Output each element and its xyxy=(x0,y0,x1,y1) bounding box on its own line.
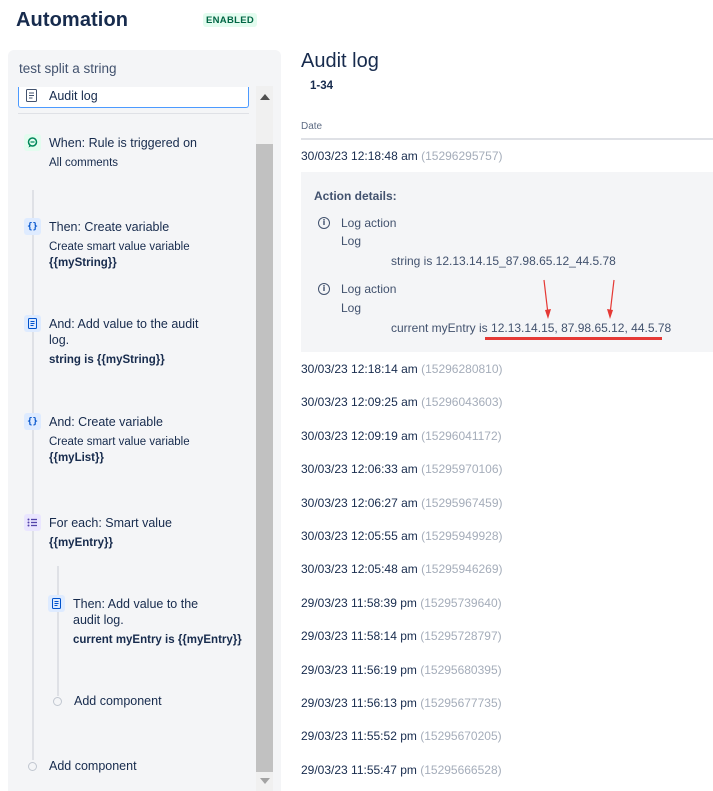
audit-log-icon xyxy=(24,315,41,332)
entry-date: 30/03/23 12:18:48 am xyxy=(301,149,418,163)
audit-log-entry[interactable]: 30/03/23 12:05:55 am (15295949928) xyxy=(301,529,503,543)
audit-log-entry[interactable]: 29/03/23 11:56:19 pm (15295680395) xyxy=(301,663,502,677)
audit-log-entry-expanded[interactable]: 30/03/23 12:18:48 am (15296295757) xyxy=(301,149,503,163)
divider xyxy=(18,113,249,114)
component-title: Then: Add value to the audit log. xyxy=(73,597,199,627)
audit-log-entry[interactable]: 29/03/23 11:56:13 pm (15295677735) xyxy=(301,696,502,710)
component-title: For each: Smart value xyxy=(49,516,172,530)
audit-log-entry[interactable]: 30/03/23 12:09:25 am (15296043603) xyxy=(301,395,503,409)
list-icon xyxy=(24,514,41,531)
audit-log-range: 1-34 xyxy=(310,80,334,92)
audit-log-label: Audit log xyxy=(49,89,98,103)
annotation-arrowhead xyxy=(545,309,551,319)
component-subtitle: Create smart value variable xyxy=(49,436,190,448)
entry-id: (15296041172) xyxy=(421,428,502,443)
entry-date: 29/03/23 11:55:47 pm xyxy=(301,762,417,777)
entry-date: 30/03/23 12:09:19 am xyxy=(301,428,418,443)
entry-id: (15295967459) xyxy=(421,495,503,510)
scroll-up-icon[interactable] xyxy=(260,94,270,100)
entry-id: (15296295757) xyxy=(421,149,503,163)
entry-date: 29/03/23 11:55:52 pm xyxy=(301,729,417,744)
column-header-date: Date xyxy=(301,121,323,132)
audit-log-entry[interactable]: 29/03/23 11:55:47 pm (15295666528) xyxy=(301,763,502,777)
scrollbar[interactable] xyxy=(256,86,273,791)
variable-icon: {} xyxy=(24,218,41,235)
rule-name: test split a string xyxy=(19,61,117,76)
action-details-panel: Action details: i Log action Log string … xyxy=(301,172,713,352)
divider xyxy=(301,138,713,140)
component-title: And: Create variable xyxy=(49,415,163,429)
status-badge: ENABLED xyxy=(203,13,258,27)
scroll-down-icon[interactable] xyxy=(260,778,270,784)
add-component-button[interactable]: Add component xyxy=(49,759,137,773)
entry-date: 29/03/23 11:58:39 pm xyxy=(301,595,417,610)
annotation-arrowhead xyxy=(607,309,613,319)
audit-log-entry[interactable]: 30/03/23 12:06:27 am (15295967459) xyxy=(301,496,503,510)
document-icon xyxy=(26,89,37,102)
scrollbar-thumb[interactable] xyxy=(256,144,273,772)
rule-component-list: Audit log When: Rule is triggered on All… xyxy=(8,86,256,791)
audit-log-item[interactable]: Audit log xyxy=(18,87,249,108)
annotation-arrow-line xyxy=(609,279,615,315)
page-title: Automation xyxy=(16,9,129,31)
annotation-arrow-line xyxy=(543,279,549,315)
add-component-dot xyxy=(53,697,62,706)
entry-date: 30/03/23 12:05:48 am xyxy=(301,562,418,577)
entry-id: (15295946269) xyxy=(421,562,503,577)
audit-log-entry[interactable]: 29/03/23 11:58:14 pm (15295728797) xyxy=(301,629,502,643)
component-value: {{myList}} xyxy=(49,452,104,464)
component-subtitle: Create smart value variable xyxy=(49,241,190,253)
entry-id: (15295670205) xyxy=(420,729,502,744)
audit-log-title: Audit log xyxy=(301,50,379,72)
component-title: And: Add value to the audit log. xyxy=(49,317,199,347)
audit-log-entry[interactable]: 29/03/23 11:58:39 pm (15295739640) xyxy=(301,596,502,610)
audit-log-entry[interactable]: 30/03/23 12:09:19 am (15296041172) xyxy=(301,429,502,443)
variable-icon: {} xyxy=(24,413,41,430)
component-value: {{myEntry}} xyxy=(49,537,113,549)
entry-id: (15295677735) xyxy=(420,696,502,710)
rule-panel: test split a string Audit log When: Rule… xyxy=(8,50,281,791)
entry-id: (15295680395) xyxy=(420,662,502,677)
entry-id: (15296043603) xyxy=(421,395,503,410)
component-subtitle: All comments xyxy=(49,157,119,169)
audit-log-entry[interactable]: 30/03/23 12:06:33 am (15295970106) xyxy=(301,462,503,476)
component-title: When: Rule is triggered on xyxy=(49,136,197,150)
audit-log-entry[interactable]: 30/03/23 12:18:14 am (15296280810) xyxy=(301,362,503,376)
entry-id: (15295728797) xyxy=(420,629,502,644)
audit-log-icon xyxy=(48,595,65,612)
entry-date: 30/03/23 12:05:55 am xyxy=(301,529,418,543)
add-component-button[interactable]: Add component xyxy=(74,694,162,708)
audit-log-entry[interactable]: 30/03/23 12:05:48 am (15295946269) xyxy=(301,562,503,576)
entry-date: 29/03/23 11:56:13 pm xyxy=(301,696,417,710)
entry-id: (15295970106) xyxy=(421,462,503,477)
entry-date: 30/03/23 12:06:27 am xyxy=(301,495,418,510)
entry-id: (15295666528) xyxy=(420,762,502,777)
timeline-line xyxy=(32,190,34,760)
entry-date: 30/03/23 12:06:33 am xyxy=(301,462,418,477)
entry-id: (15296280810) xyxy=(421,362,503,376)
timeline-line-nested xyxy=(57,566,59,696)
component-value: {{myString}} xyxy=(49,257,117,269)
component-value: string is {{myString}} xyxy=(49,354,165,366)
chat-icon xyxy=(24,134,41,151)
component-title: Then: Create variable xyxy=(49,220,170,234)
audit-log-entry[interactable]: 29/03/23 11:55:52 pm (15295670205) xyxy=(301,729,502,743)
entry-date: 29/03/23 11:56:19 pm xyxy=(301,662,417,677)
add-component-dot xyxy=(28,762,37,771)
annotation-arrows xyxy=(543,279,615,319)
annotation-underline xyxy=(485,337,662,340)
entry-date: 29/03/23 11:58:14 pm xyxy=(301,629,417,644)
entry-id: (15295949928) xyxy=(421,529,503,543)
entry-id: (15295739640) xyxy=(420,595,502,610)
entry-date: 30/03/23 12:18:14 am xyxy=(301,362,418,376)
component-value: current myEntry is {{myEntry}} xyxy=(73,634,242,646)
entry-date: 30/03/23 12:09:25 am xyxy=(301,395,418,410)
